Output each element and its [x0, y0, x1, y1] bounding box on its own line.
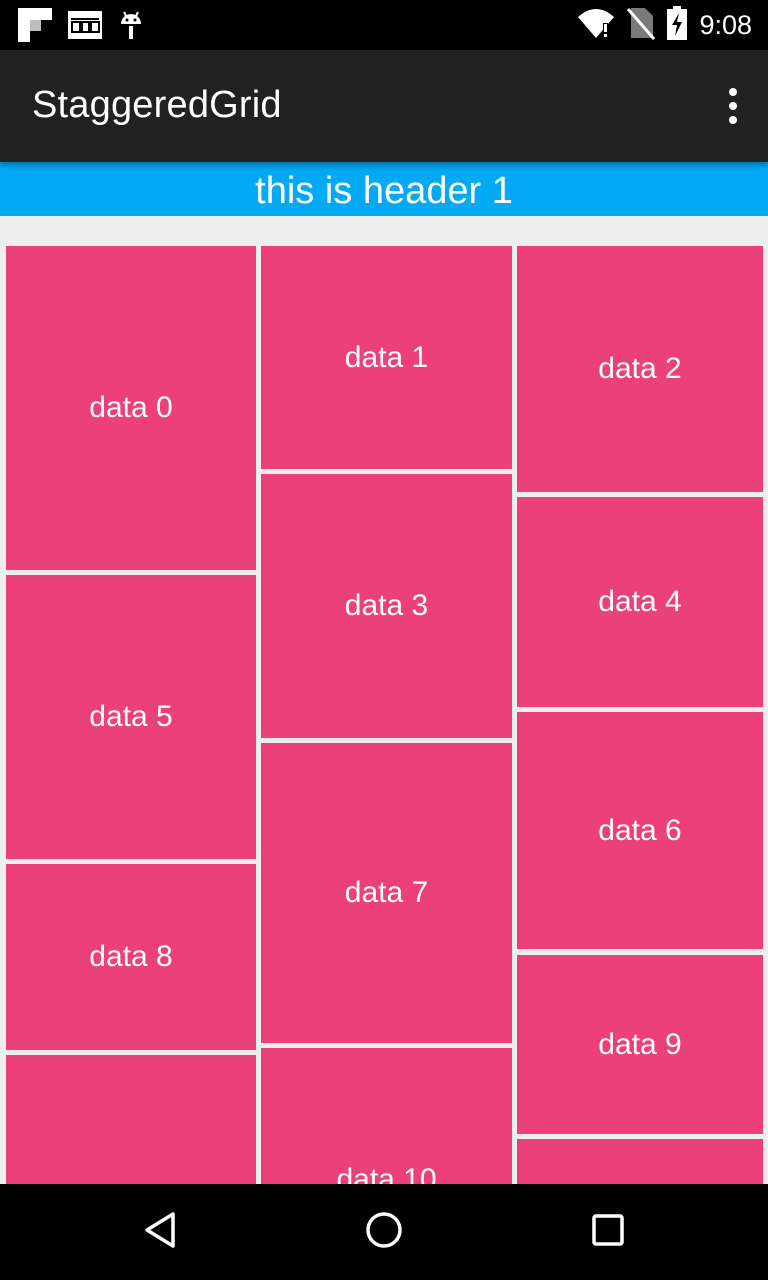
android-debug-icon [118, 9, 144, 45]
grid-item[interactable]: data 1 [261, 246, 512, 469]
grid-item[interactable]: data 9 [517, 955, 763, 1134]
staggered-grid[interactable]: data 0 data 5 data 8 data 1 data 3 data … [0, 216, 768, 1184]
recents-square-icon [588, 1210, 628, 1254]
status-bar: 9:08 [0, 0, 768, 50]
wifi-icon [577, 7, 615, 43]
list-header: this is header 1 [0, 162, 768, 216]
grid-item[interactable]: data 5 [6, 575, 256, 859]
grid-item[interactable]: data 6 [517, 712, 763, 949]
more-vert-icon [729, 88, 737, 96]
grid-item-label: data 9 [598, 1027, 682, 1061]
status-left-icons [18, 8, 144, 46]
status-time: 9:08 [699, 10, 752, 40]
grid-item[interactable]: data 2 [517, 246, 763, 492]
recents-button[interactable] [584, 1208, 632, 1256]
more-vert-icon-dot [729, 116, 737, 124]
navigation-bar [0, 1184, 768, 1280]
grid-item[interactable] [6, 1055, 256, 1184]
app-title: StaggeredGrid [32, 84, 282, 126]
grid-item[interactable] [517, 1139, 763, 1184]
grid-item[interactable]: data 3 [261, 474, 512, 738]
grid-item-label: data 5 [89, 700, 173, 733]
home-button[interactable] [360, 1208, 408, 1256]
grid-item-label: data 10 [336, 1163, 437, 1184]
app-notification-icon [68, 11, 102, 43]
more-vert-icon-dot [729, 102, 737, 110]
grid-item-label: data 0 [89, 391, 173, 424]
no-sim-icon [627, 6, 656, 44]
grid-item[interactable]: data 7 [261, 743, 512, 1043]
app-bar: StaggeredGrid [0, 50, 768, 162]
home-circle-icon [364, 1210, 404, 1254]
grid-item-label: data 6 [598, 813, 682, 847]
status-right-icons: 9:08 [577, 6, 752, 44]
grid-item-label: data 1 [344, 340, 429, 374]
back-button[interactable] [136, 1208, 184, 1256]
flipboard-icon [18, 8, 52, 46]
grid-item-label: data 2 [598, 352, 682, 385]
grid-item[interactable]: data 0 [6, 246, 256, 570]
back-triangle-icon [140, 1210, 180, 1254]
grid-item-label: data 7 [344, 876, 429, 909]
overflow-menu-button[interactable] [718, 86, 748, 126]
grid-item-label: data 4 [598, 585, 682, 618]
grid-item[interactable]: data 4 [517, 497, 763, 707]
grid-item-label: data 3 [344, 589, 429, 622]
grid-item-label: data 8 [89, 940, 173, 973]
grid-item[interactable]: data 10 [261, 1048, 512, 1184]
battery-charging-icon [667, 6, 688, 44]
grid-item[interactable]: data 8 [6, 864, 256, 1050]
